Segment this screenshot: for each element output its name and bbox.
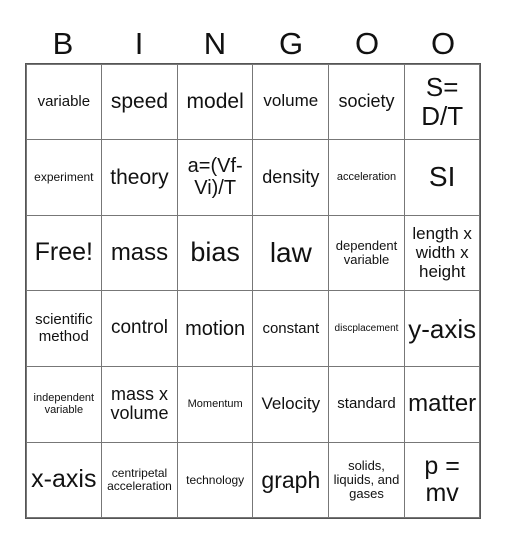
bingo-cell[interactable]: centripetal acceleration: [101, 441, 178, 519]
bingo-cell[interactable]: theory: [101, 139, 178, 216]
header-letter: N: [203, 26, 227, 61]
bingo-cell[interactable]: bias: [176, 214, 254, 292]
bingo-cell[interactable]: discplacement: [328, 290, 405, 368]
bingo-cell[interactable]: length x width x height: [403, 214, 481, 292]
bingo-cell[interactable]: mass: [101, 214, 178, 292]
bingo-cell[interactable]: control: [101, 290, 178, 368]
bingo-cell[interactable]: a=(Vf-Vi)/T: [176, 139, 254, 216]
bingo-cell[interactable]: graph: [252, 441, 330, 519]
bingo-cell[interactable]: acceleration: [328, 139, 405, 216]
bingo-cell[interactable]: SI: [403, 139, 481, 216]
header-letter: G: [278, 26, 304, 61]
bingo-cell[interactable]: volume: [252, 63, 330, 141]
bingo-cell[interactable]: matter: [403, 366, 481, 443]
bingo-cell[interactable]: variable: [25, 63, 103, 141]
header-letter: I: [134, 26, 144, 61]
bingo-cell[interactable]: solids, liquids, and gases: [328, 441, 405, 519]
bingo-cell[interactable]: y-axis: [403, 290, 481, 368]
header-letter: O: [354, 26, 380, 61]
bingo-cell[interactable]: density: [252, 139, 330, 216]
bingo-cell[interactable]: independent variable: [25, 366, 103, 443]
bingo-cell[interactable]: model: [176, 63, 254, 141]
bingo-cell[interactable]: S= D/T: [403, 63, 481, 141]
bingo-cell[interactable]: scientific method: [25, 290, 103, 368]
bingo-cell[interactable]: Free!: [25, 214, 103, 292]
bingo-cell[interactable]: mass x volume: [101, 366, 178, 443]
bingo-cell[interactable]: technology: [176, 441, 254, 519]
bingo-grid: variable speed model volume society S= D/T exp…: [25, 63, 481, 519]
bingo-cell[interactable]: standard: [328, 366, 405, 443]
bingo-cell[interactable]: motion: [176, 290, 254, 368]
bingo-cell[interactable]: Velocity: [252, 366, 330, 443]
header-letter: O: [430, 26, 456, 61]
bingo-cell[interactable]: p = mv: [403, 441, 481, 519]
bingo-cell[interactable]: Momentum: [176, 366, 254, 443]
bingo-header: BINGOO: [25, 24, 481, 64]
bingo-cell[interactable]: x-axis: [25, 441, 103, 519]
header-letter: B: [52, 26, 74, 61]
bingo-cell[interactable]: speed: [101, 63, 178, 141]
bingo-cell[interactable]: experiment: [25, 139, 103, 216]
bingo-cell[interactable]: dependent variable: [328, 214, 405, 292]
bingo-cell[interactable]: constant: [252, 290, 330, 368]
bingo-cell[interactable]: law: [252, 214, 330, 292]
bingo-cell[interactable]: society: [328, 63, 405, 141]
